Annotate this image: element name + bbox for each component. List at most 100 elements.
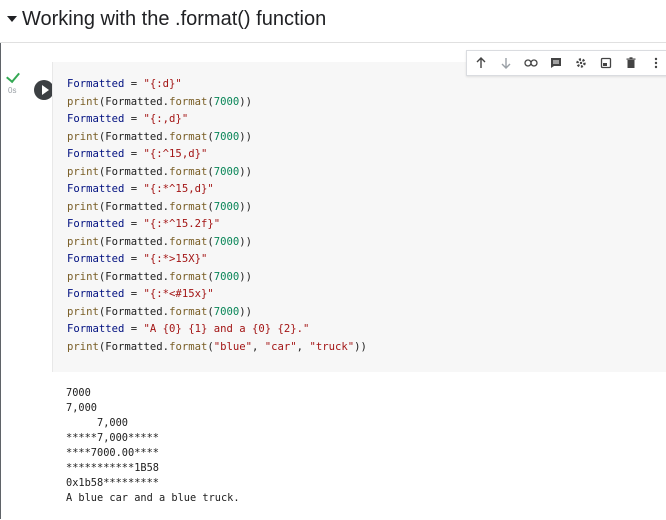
cell-toolbar <box>466 50 666 76</box>
code-token: print <box>67 165 99 178</box>
code-token: print <box>67 95 99 108</box>
code-token: format <box>169 165 208 178</box>
code-token: Formatted <box>67 148 125 160</box>
code-token: 7000 <box>213 200 240 213</box>
collapse-caret-icon[interactable] <box>7 16 17 22</box>
code-token: print <box>67 270 99 283</box>
code-line[interactable]: print(Formatted.format(7000)) <box>67 306 252 318</box>
output-line: 7,000 <box>66 417 128 429</box>
code-token: 7000 <box>213 95 240 108</box>
code-token: = <box>124 148 144 160</box>
trash-icon[interactable] <box>620 52 642 74</box>
code-token: (Formatted. <box>98 130 170 143</box>
output-line: A blue car and a blue truck. <box>66 492 240 504</box>
code-token: print <box>67 235 99 248</box>
output-line: 7000 <box>66 387 91 399</box>
output-line: ****7000.00**** <box>66 447 159 459</box>
code-token: print <box>67 305 99 318</box>
code-token: format <box>169 95 208 108</box>
code-token: = <box>124 253 144 265</box>
code-token: 7000 <box>213 235 240 248</box>
code-line[interactable]: Formatted = "{:*^15,d}" <box>67 183 214 195</box>
executed-check-icon <box>6 68 20 84</box>
output-line: *****7,000***** <box>66 432 159 444</box>
cell-output: 7000 7,000 7,000 *****7,000***** ****700… <box>52 372 666 520</box>
code-token: Formatted <box>67 253 125 265</box>
code-token: "blue" <box>213 340 253 353</box>
section-header: Working with the .format() function <box>0 0 666 43</box>
code-line[interactable]: print(Formatted.format(7000)) <box>67 131 252 143</box>
code-token: Formatted <box>67 78 125 90</box>
code-token: 7000 <box>213 130 240 143</box>
code-token: format <box>169 340 208 353</box>
code-token: Formatted <box>67 323 125 335</box>
code-token: "truck" <box>309 340 355 353</box>
code-token: )) <box>239 95 253 108</box>
output-line: 0x1b58********* <box>66 477 159 489</box>
output-line: ***********1B58 <box>66 462 159 474</box>
code-token: (Formatted. <box>98 95 170 108</box>
code-token: Formatted <box>67 218 125 230</box>
code-token: "car" <box>264 340 297 353</box>
mirror-cell-icon[interactable] <box>595 52 617 74</box>
code-token: format <box>169 235 208 248</box>
code-editor[interactable]: Formatted = "{:d}" print(Formatted.forma… <box>52 62 666 372</box>
code-token: 7000 <box>213 165 240 178</box>
code-token: "A {0} {1} and a {0} {2}." <box>143 323 310 335</box>
cell-gutter: 0s <box>0 62 54 372</box>
code-token: (Formatted. <box>98 340 170 353</box>
code-token: = <box>124 323 144 335</box>
code-cell[interactable]: 0s Formatted = "{:d}" print(Formatted.fo… <box>0 62 666 372</box>
code-token: print <box>67 130 99 143</box>
code-line[interactable]: print(Formatted.format(7000)) <box>67 96 252 108</box>
code-line[interactable]: print(Formatted.format(7000)) <box>67 166 252 178</box>
code-token: (Formatted. <box>98 305 170 318</box>
code-token: Formatted <box>67 113 125 125</box>
code-token: (Formatted. <box>98 235 170 248</box>
code-line[interactable]: Formatted = "{:,d}" <box>67 113 188 125</box>
code-token: )) <box>239 305 253 318</box>
execution-time: 0s <box>8 86 17 95</box>
code-token: format <box>169 130 208 143</box>
code-line[interactable]: print(Formatted.format(7000)) <box>67 236 252 248</box>
code-token: format <box>169 200 208 213</box>
code-block[interactable]: Formatted = "{:d}" print(Formatted.forma… <box>67 76 367 356</box>
code-token: = <box>124 288 144 300</box>
code-token: )) <box>239 270 253 283</box>
code-line[interactable]: Formatted = "{:*<#15x}" <box>67 288 214 300</box>
code-line[interactable]: Formatted = "{:^15,d}" <box>67 148 207 160</box>
code-token: "{:d}" <box>143 78 182 90</box>
arrow-up-icon[interactable] <box>470 52 492 74</box>
code-token: = <box>124 218 144 230</box>
code-token: "{:*<#15x}" <box>143 288 214 300</box>
code-line[interactable]: Formatted = "A {0} {1} and a {0} {2}." <box>67 323 309 335</box>
code-token: "{:^15,d}" <box>143 148 208 160</box>
code-token: format <box>169 305 208 318</box>
code-token: )) <box>239 235 253 248</box>
code-line[interactable]: print(Formatted.format(7000)) <box>67 271 252 283</box>
code-token: "{:*^15.2f}" <box>143 218 221 230</box>
section-title: Working with the .format() function <box>22 8 327 30</box>
code-line[interactable]: print(Formatted.format(7000)) <box>67 201 252 213</box>
code-line[interactable]: Formatted = "{:*^15.2f}" <box>67 218 220 230</box>
arrow-down-icon[interactable] <box>495 52 517 74</box>
code-token: )) <box>239 130 253 143</box>
link-icon[interactable] <box>520 52 542 74</box>
code-token: (Formatted. <box>98 270 170 283</box>
output-line: 7,000 <box>66 402 97 414</box>
code-token: 7000 <box>213 305 240 318</box>
code-token: "{:,d}" <box>143 113 189 125</box>
code-token: (Formatted. <box>98 200 170 213</box>
run-cell-button[interactable] <box>34 80 54 100</box>
code-token: , <box>296 340 310 353</box>
code-line[interactable]: print(Formatted.format("blue", "car", "t… <box>67 341 367 353</box>
code-token: )) <box>354 340 367 353</box>
more-vert-icon[interactable] <box>645 52 666 74</box>
code-line[interactable]: Formatted = "{:d}" <box>67 78 182 90</box>
comment-icon[interactable] <box>545 52 567 74</box>
code-line[interactable]: Formatted = "{:*>15X}" <box>67 253 207 265</box>
code-token: = <box>124 113 144 125</box>
gear-icon[interactable] <box>570 52 592 74</box>
code-token: format <box>169 270 208 283</box>
code-token: "{:*>15X}" <box>143 253 208 265</box>
